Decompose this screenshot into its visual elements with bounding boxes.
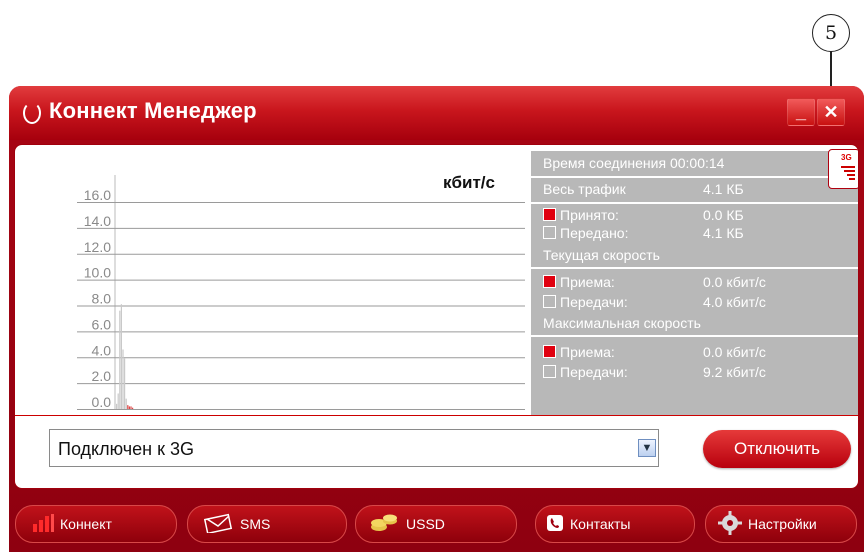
coins-icon (370, 512, 400, 537)
total-traffic-value: 4.1 КБ (703, 181, 744, 197)
connection-time-row: Время соединения 00:00:14 (543, 155, 724, 171)
signal-bar (844, 170, 855, 172)
connection-status-select[interactable]: Подключен к 3G ▼ (49, 429, 659, 467)
signal-bars-icon (32, 513, 54, 535)
title-bar: Коннект Менеджер _ ✕ (9, 86, 864, 140)
received-row: Принято: 0.0 КБ (543, 207, 744, 223)
traffic-bar (116, 403, 118, 409)
network-3g-icon: 3G (828, 149, 858, 189)
current-tx-row: Передачи: 4.0 кбит/с (543, 294, 766, 310)
divider (531, 176, 858, 178)
divider (15, 415, 858, 416)
signal-bar (847, 174, 855, 176)
max-rx-legend-square (543, 345, 556, 358)
total-traffic-label: Весь трафик (543, 181, 626, 197)
max-speed-header: Максимальная скорость (543, 315, 701, 331)
max-tx-label: Передачи: (560, 364, 628, 380)
disconnect-button[interactable]: Отключить (703, 430, 851, 468)
tab-label: SMS (240, 516, 271, 532)
tab-sms[interactable]: SMS (187, 505, 347, 543)
gear-icon (718, 510, 742, 538)
y-tick-label: 0.0 (92, 394, 112, 410)
max-rx-value: 0.0 кбит/с (703, 344, 766, 360)
received-value: 0.0 КБ (703, 207, 744, 223)
sent-legend-square (543, 226, 556, 239)
traffic-bar (130, 406, 132, 409)
traffic-bar (128, 406, 130, 409)
app-power-icon (23, 102, 41, 124)
divider (531, 335, 858, 337)
stats-panel: Время соединения 00:00:14 Весь трафик 4.… (531, 151, 858, 415)
current-tx-value: 4.0 кбит/с (703, 294, 766, 310)
tab-connect[interactable]: Коннект (15, 505, 177, 543)
traffic-bar (125, 398, 127, 409)
max-rx-label: Приема: (560, 344, 615, 360)
callout-label: 5 (824, 22, 838, 44)
max-tx-row: Передачи: 9.2 кбит/с (543, 364, 766, 380)
signal-bar (841, 166, 855, 168)
tab-ussd[interactable]: USSD (355, 505, 517, 543)
max-tx-value: 9.2 кбит/с (703, 364, 766, 380)
y-tick-label: 16.0 (84, 187, 111, 203)
tab-label: USSD (406, 516, 445, 532)
traffic-bar (119, 310, 121, 409)
connection-time-value: 00:00:14 (669, 155, 725, 171)
traffic-bar (132, 407, 134, 409)
tab-label: Настройки (748, 516, 817, 532)
y-tick-label: 10.0 (84, 265, 111, 281)
divider (531, 267, 858, 269)
traffic-bar (124, 358, 126, 409)
divider (531, 202, 858, 204)
y-tick-label: 6.0 (92, 316, 112, 332)
chart-units-label: кбит/с (443, 173, 495, 192)
traffic-bar (117, 393, 119, 409)
received-legend-square (543, 208, 556, 221)
sent-value: 4.1 КБ (703, 225, 744, 241)
current-rx-value: 0.0 кбит/с (703, 274, 766, 290)
close-button[interactable]: ✕ (817, 98, 845, 126)
y-tick-label: 4.0 (92, 342, 112, 358)
current-rx-row: Приема: 0.0 кбит/с (543, 274, 766, 290)
y-tick-label: 8.0 (92, 291, 112, 307)
window-title: Коннект Менеджер (49, 98, 257, 123)
main-panel: 16.0 14.0 12.0 10.0 8.0 6.0 4.0 2.0 0.0 кбит/с В… (14, 144, 859, 489)
traffic-bar (122, 349, 124, 409)
current-rx-label: Приема: (560, 274, 615, 290)
max-speed-label: Максимальная скорость (543, 315, 701, 331)
traffic-chart: 16.0 14.0 12.0 10.0 8.0 6.0 4.0 2.0 0.0 кбит/с (15, 145, 530, 415)
network-type-label: 3G (841, 153, 852, 162)
tab-settings[interactable]: Настройки (705, 505, 857, 543)
y-tick-label: 2.0 (92, 368, 112, 384)
envelope-icon (203, 513, 234, 536)
close-icon: ✕ (823, 101, 839, 122)
tab-label: Коннект (60, 516, 112, 532)
max-tx-legend-square (543, 365, 556, 378)
connection-status-value: Подключен к 3G (58, 439, 194, 459)
current-speed-label: Текущая скорость (543, 247, 660, 263)
phone-icon (546, 514, 564, 535)
connection-time-label: Время соединения (543, 155, 667, 171)
minimize-button[interactable]: _ (787, 98, 815, 126)
minimize-icon: _ (795, 101, 806, 122)
callout-number: 5 (812, 14, 850, 52)
current-speed-header: Текущая скорость (543, 247, 660, 263)
app-window: Коннект Менеджер _ ✕ 16.0 14.0 12.0 10.0 8.0… (9, 86, 864, 552)
signal-bar (849, 178, 855, 180)
max-rx-row: Приема: 0.0 кбит/с (543, 344, 766, 360)
chevron-down-icon[interactable]: ▼ (638, 439, 656, 457)
traffic-bar (127, 405, 129, 409)
traffic-bar (120, 304, 122, 409)
tab-label: Контакты (570, 516, 631, 532)
total-traffic-row: Весь трафик 4.1 КБ (543, 181, 744, 197)
y-tick-label: 12.0 (84, 239, 111, 255)
current-rx-legend-square (543, 275, 556, 288)
current-tx-label: Передачи: (560, 294, 628, 310)
received-label: Принято: (560, 207, 619, 223)
sent-label: Передано: (560, 225, 629, 241)
current-tx-legend-square (543, 295, 556, 308)
y-tick-label: 14.0 (84, 213, 111, 229)
tab-contacts[interactable]: Контакты (535, 505, 695, 543)
sent-row: Передано: 4.1 КБ (543, 225, 744, 241)
tab-bar: Коннект SMS USSD Контакты Настройки (9, 499, 864, 552)
